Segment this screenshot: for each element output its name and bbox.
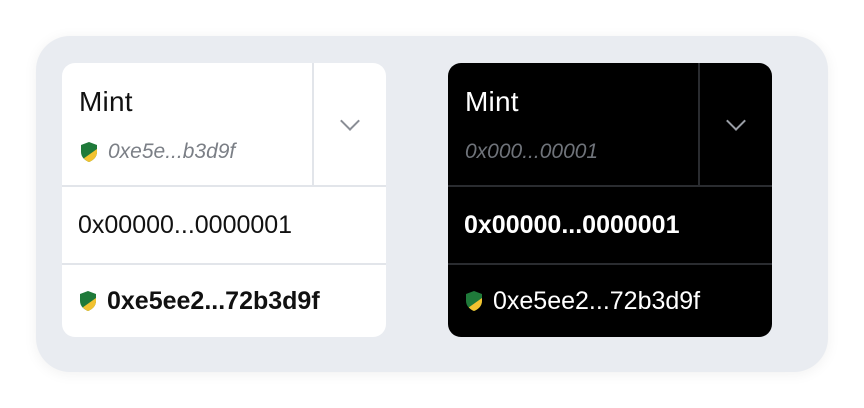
card-header: Mint 0xe5e...b3d9f	[62, 63, 386, 185]
verified-shield-icon	[81, 142, 97, 162]
verified-shield-icon	[466, 291, 482, 311]
token-address: 0x00000...0000001	[464, 210, 680, 239]
chevron-down-icon	[726, 111, 746, 131]
token-address-row[interactable]: 0x00000...0000001	[448, 185, 772, 263]
token-title: Mint	[465, 86, 519, 117]
owner-address-row[interactable]: 0xe5ee2...72b3d9f	[448, 263, 772, 337]
owner-address: 0xe5ee2...72b3d9f	[107, 286, 320, 315]
widget-preview-frame: Mint 0xe5e...b3d9f 0x00000...0000001 0xe…	[36, 36, 828, 372]
token-title: Mint	[79, 86, 133, 117]
token-address-row[interactable]: 0x00000...0000001	[62, 185, 386, 263]
short-address-row: 0xe5e...b3d9f	[79, 140, 235, 164]
dropdown-toggle-button[interactable]	[312, 63, 386, 185]
owner-address: 0xe5ee2...72b3d9f	[493, 286, 701, 315]
short-address: 0x000...00001	[465, 140, 599, 163]
card-header: Mint 0x000...00001	[448, 63, 772, 185]
mint-card-light: Mint 0xe5e...b3d9f 0x00000...0000001 0xe…	[62, 63, 386, 337]
owner-address-row[interactable]: 0xe5ee2...72b3d9f	[62, 263, 386, 337]
token-address: 0x00000...0000001	[78, 210, 293, 239]
short-address-row: 0x000...00001	[465, 140, 598, 164]
token-selector[interactable]: Mint 0xe5e...b3d9f	[62, 63, 312, 185]
dropdown-toggle-button[interactable]	[698, 63, 772, 185]
verified-shield-icon	[80, 291, 96, 311]
short-address: 0xe5e...b3d9f	[108, 140, 236, 163]
token-selector[interactable]: Mint 0x000...00001	[448, 63, 698, 185]
chevron-down-icon	[340, 111, 360, 131]
mint-card-dark: Mint 0x000...00001 0x00000...0000001 0xe…	[448, 63, 772, 337]
